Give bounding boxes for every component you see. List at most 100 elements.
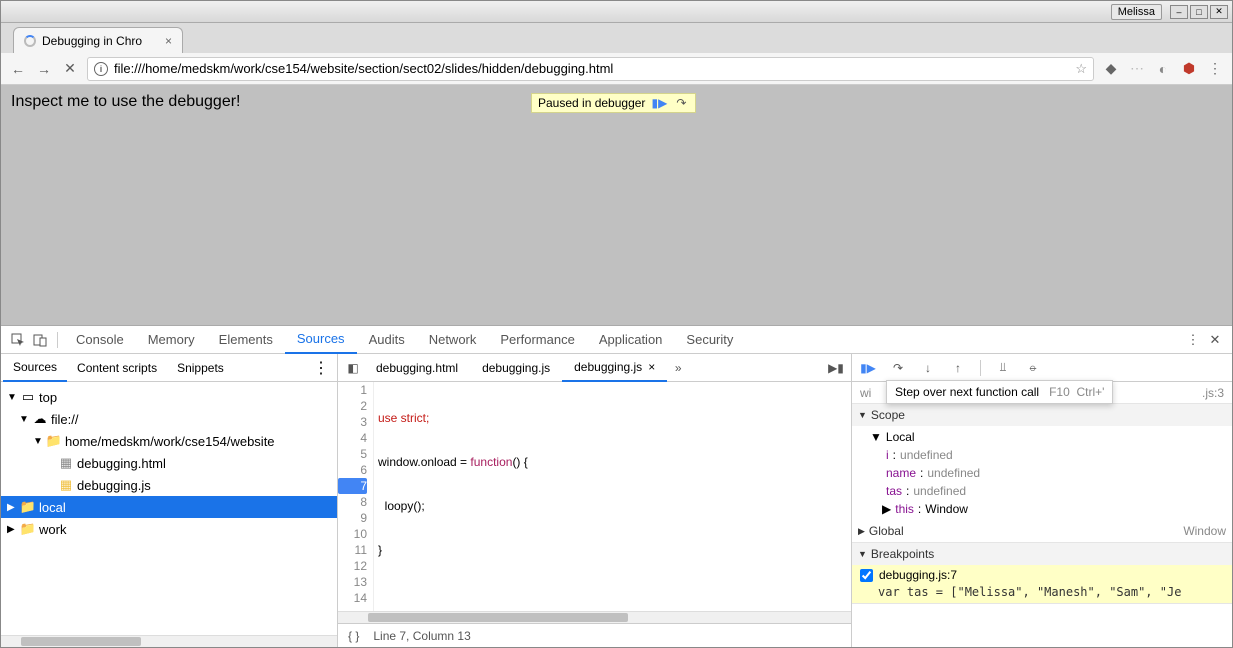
tab-close-icon[interactable]: × xyxy=(165,34,172,48)
back-button[interactable]: ← xyxy=(9,60,27,78)
maximize-button[interactable]: □ xyxy=(1190,5,1208,19)
nav-more-icon[interactable]: ⋮ xyxy=(305,358,337,378)
file-tab[interactable]: debugging.html xyxy=(364,354,470,382)
breakpoint-marker: 7 xyxy=(338,478,367,494)
step-into-button[interactable]: ↓ xyxy=(920,360,936,376)
editor-scrollbar[interactable] xyxy=(338,611,851,623)
editor-pane: ◧ debugging.html debugging.js debugging.… xyxy=(338,354,852,647)
toggle-navigator-icon[interactable]: ◧ xyxy=(342,361,364,375)
tab-security[interactable]: Security xyxy=(674,326,745,354)
navigator-tabs: Sources Content scripts Snippets ⋮ xyxy=(1,354,337,382)
os-titlebar: Melissa – □ ✕ xyxy=(1,1,1232,23)
file-tab-close-icon[interactable]: × xyxy=(648,360,655,374)
forward-button[interactable]: → xyxy=(35,60,53,78)
extension-icon[interactable]: ◆ xyxy=(1102,60,1120,78)
devtools-close-icon[interactable]: ✕ xyxy=(1204,332,1226,348)
tab-sources[interactable]: Sources xyxy=(285,326,357,354)
tab-audits[interactable]: Audits xyxy=(357,326,417,354)
breakpoint-checkbox[interactable] xyxy=(860,569,873,582)
ublock-icon[interactable]: ⬢ xyxy=(1180,60,1198,78)
more-tabs-icon[interactable]: » xyxy=(667,361,689,375)
tree-top[interactable]: ▼▭top xyxy=(1,386,337,408)
minimize-button[interactable]: – xyxy=(1170,5,1188,19)
code-editor[interactable]: 1234567891011121314 use strict; window.o… xyxy=(338,382,851,611)
chrome-menu-icon[interactable]: ⋮ xyxy=(1206,60,1224,78)
file-tab-active[interactable]: debugging.js× xyxy=(562,354,667,382)
scope-global[interactable]: ▶GlobalWindow xyxy=(852,520,1232,542)
step-out-button[interactable]: ↑ xyxy=(950,360,966,376)
tab-network[interactable]: Network xyxy=(417,326,489,354)
devtools: Console Memory Elements Sources Audits N… xyxy=(1,325,1232,647)
tree-file-html[interactable]: ▦debugging.html xyxy=(1,452,337,474)
breakpoint-snippet: var tas = ["Melissa", "Manesh", "Sam", "… xyxy=(852,585,1232,603)
inspect-element-icon[interactable] xyxy=(7,333,29,347)
tab-console[interactable]: Console xyxy=(64,326,136,354)
debugger-sidebar: ▮▶ ↷ ↓ ↑ ⫫ ⦵ Step over next function cal… xyxy=(852,354,1232,647)
devtools-body: Sources Content scripts Snippets ⋮ ▼▭top… xyxy=(1,354,1232,647)
scope-this[interactable]: ▶this: Window xyxy=(870,500,1232,518)
browser-toolbar: ← → ✕ i file:///home/medskm/work/cse154/… xyxy=(1,53,1232,85)
frame-icon: ▭ xyxy=(21,390,35,404)
step-over-icon[interactable]: ↷ xyxy=(673,96,689,110)
device-toggle-icon[interactable] xyxy=(29,333,51,347)
bookmark-star-icon[interactable]: ☆ xyxy=(1075,61,1087,77)
scope-local[interactable]: ▼Local xyxy=(870,428,1232,446)
nav-tab-content-scripts[interactable]: Content scripts xyxy=(67,354,167,382)
site-info-icon[interactable]: i xyxy=(94,62,108,76)
breakpoint-item[interactable]: debugging.js:7 xyxy=(852,565,1232,585)
tooltip-text: Step over next function call xyxy=(895,385,1039,399)
pause-on-exceptions-button[interactable]: ⦵ xyxy=(1025,360,1041,376)
tree-scrollbar[interactable] xyxy=(1,635,337,647)
separator xyxy=(57,332,58,348)
format-icon[interactable]: { } xyxy=(348,629,359,643)
tab-memory[interactable]: Memory xyxy=(136,326,207,354)
extension-icon[interactable]: ◐ xyxy=(1154,60,1172,78)
close-window-button[interactable]: ✕ xyxy=(1210,5,1228,19)
tab-application[interactable]: Application xyxy=(587,326,675,354)
js-file-icon: ▦ xyxy=(59,478,73,492)
tree-local[interactable]: ▶📁local xyxy=(1,496,337,518)
tab-elements[interactable]: Elements xyxy=(207,326,285,354)
file-icon: ▦ xyxy=(59,456,73,470)
editor-status-bar: { } Line 7, Column 13 xyxy=(338,623,851,647)
tree-folder[interactable]: ▼📁home/medskm/work/cse154/website xyxy=(1,430,337,452)
debugger-toolbar: ▮▶ ↷ ↓ ↑ ⫫ ⦵ xyxy=(852,354,1232,382)
tooltip-shortcut: F10 Ctrl+' xyxy=(1049,385,1104,399)
tree-file-js[interactable]: ▦debugging.js xyxy=(1,474,337,496)
tree-scheme[interactable]: ▼☁file:// xyxy=(1,408,337,430)
scope-header[interactable]: ▼Scope xyxy=(852,404,1232,426)
toggle-debugger-icon[interactable]: ▶▮ xyxy=(825,361,847,375)
line-gutter[interactable]: 1234567891011121314 xyxy=(338,382,374,611)
folder-icon: 📁 xyxy=(47,434,61,448)
tree-work[interactable]: ▶📁work xyxy=(1,518,337,540)
file-tab[interactable]: debugging.js xyxy=(470,354,562,382)
cursor-position: Line 7, Column 13 xyxy=(373,629,470,643)
resume-button[interactable]: ▮▶ xyxy=(860,360,876,376)
deactivate-breakpoints-button[interactable]: ⫫ xyxy=(995,360,1011,376)
folder-icon: 📁 xyxy=(21,522,35,536)
breakpoints-panel: ▼Breakpoints debugging.js:7 var tas = ["… xyxy=(852,543,1232,604)
page-text: Inspect me to use the debugger! xyxy=(11,93,240,110)
extension-icons: ◆ ⋯ ◐ ⬢ ⋮ xyxy=(1102,60,1224,78)
devtools-menu-icon[interactable]: ⋮ xyxy=(1182,332,1204,348)
code-content[interactable]: use strict; window.onload = function() {… xyxy=(374,382,851,611)
paused-label: Paused in debugger xyxy=(538,96,645,110)
resume-icon[interactable]: ▮▶ xyxy=(651,96,667,110)
browser-window: Melissa – □ ✕ Debugging in Chro × ← → ✕ … xyxy=(0,0,1233,648)
tab-performance[interactable]: Performance xyxy=(488,326,586,354)
page-content: Inspect me to use the debugger! Paused i… xyxy=(1,85,1232,325)
nav-tab-snippets[interactable]: Snippets xyxy=(167,354,234,382)
file-tree[interactable]: ▼▭top ▼☁file:// ▼📁home/medskm/work/cse15… xyxy=(1,382,337,635)
browser-tab[interactable]: Debugging in Chro × xyxy=(13,27,183,53)
scope-panel: ▼Scope ▼Local i: undefined name: undefin… xyxy=(852,404,1232,543)
step-over-button[interactable]: ↷ xyxy=(890,360,906,376)
breakpoints-header[interactable]: ▼Breakpoints xyxy=(852,543,1232,565)
stop-reload-button[interactable]: ✕ xyxy=(61,60,79,78)
os-user-badge: Melissa xyxy=(1111,4,1162,20)
extension-icon[interactable]: ⋯ xyxy=(1128,60,1146,78)
address-bar[interactable]: i file:///home/medskm/work/cse154/websit… xyxy=(87,57,1094,81)
tooltip: Step over next function call F10 Ctrl+' xyxy=(886,380,1113,404)
tab-title: Debugging in Chro xyxy=(42,34,142,48)
scope-var: i: undefined xyxy=(870,446,1232,464)
nav-tab-sources[interactable]: Sources xyxy=(3,354,67,382)
